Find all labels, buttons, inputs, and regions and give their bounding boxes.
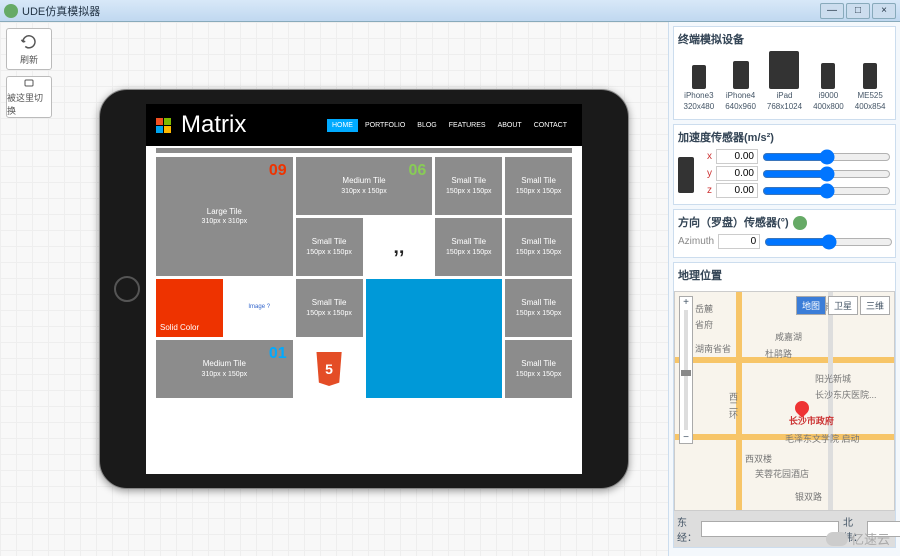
map-mode-map[interactable]: 地图 [796, 296, 826, 315]
nav-home[interactable]: HOME [327, 119, 358, 132]
tile-blue[interactable] [366, 279, 503, 398]
tablet-frame: Matrix HOME PORTFOLIO BLOG FEATURES ABOU… [99, 89, 629, 489]
map-mode-satellite[interactable]: 卫星 [828, 296, 858, 315]
map-zoom-control[interactable]: + − [679, 296, 693, 444]
accel-z-input[interactable] [716, 183, 758, 198]
app-icon [4, 4, 18, 18]
nav-features[interactable]: FEATURES [444, 119, 491, 132]
main-nav: HOME PORTFOLIO BLOG FEATURES ABOUT CONTA… [327, 119, 572, 132]
window-titlebar: UDE仿真模拟器 — □ × [0, 0, 900, 22]
logo-icon [156, 118, 171, 133]
cloud-icon [826, 532, 848, 546]
azimuth-slider[interactable] [764, 238, 893, 246]
tile-small[interactable]: Small Tile150px x 150px [435, 157, 502, 215]
accel-z-slider[interactable] [762, 187, 891, 195]
tile-large[interactable]: 09 Large Tile 310px x 310px [156, 157, 293, 276]
home-button[interactable] [114, 276, 140, 302]
tile-small[interactable]: Small Tile150px x 150px [505, 340, 572, 398]
nav-about[interactable]: ABOUT [493, 119, 527, 132]
accel-x-slider[interactable] [762, 153, 891, 161]
map-pin-label: 长沙市政府 [789, 414, 834, 427]
accel-y-slider[interactable] [762, 170, 891, 178]
watermark: 亿速云 [826, 529, 890, 548]
left-toolbar: 刷新 被这里切换 [0, 22, 60, 556]
tile-small[interactable]: Small Tile150px x 150px [505, 279, 572, 337]
tile-small[interactable]: Small Tile150px x 150px [296, 218, 363, 276]
tile-solid[interactable]: Solid Color [156, 279, 223, 337]
device-me525[interactable]: ME525400x854 [855, 63, 886, 111]
tile-small[interactable]: Small Tile150px x 150px [296, 279, 363, 337]
html5-icon: 5 [314, 352, 344, 386]
map-view[interactable]: 岳麓 省府 雨花区 杜鹃路 咸嘉湖 西二环 阳光新城 毛泽东文学院 启动 芙蓉花… [674, 291, 895, 511]
tile-medium-1[interactable]: 06 Medium Tile 310px x 150px [296, 157, 433, 215]
tile-grid: 09 Large Tile 310px x 310px 06 Medium Ti… [146, 157, 582, 398]
zoom-slider-thumb[interactable] [681, 370, 691, 376]
accel-y-input[interactable] [716, 166, 758, 181]
minimize-button[interactable]: — [820, 3, 844, 19]
zoom-out-icon[interactable]: − [683, 432, 689, 443]
nav-contact[interactable]: CONTACT [529, 119, 572, 132]
switch-device-button[interactable]: 被这里切换 [6, 76, 52, 118]
azimuth-input[interactable] [718, 234, 760, 249]
nav-portfolio[interactable]: PORTFOLIO [360, 119, 410, 132]
device-switch-icon [20, 77, 38, 89]
device-iphone3[interactable]: iPhone3320x480 [684, 65, 715, 111]
device-preview-area: Matrix HOME PORTFOLIO BLOG FEATURES ABOU… [60, 22, 668, 556]
geolocation-panel: 地理位置 岳麓 省府 雨花区 杜鹃路 咸嘉湖 西二环 阳光新城 毛泽东文学院 启… [673, 262, 896, 548]
compass-icon [793, 216, 807, 230]
accent-bar [156, 148, 572, 153]
page-header: Matrix HOME PORTFOLIO BLOG FEATURES ABOU… [146, 104, 582, 146]
tile-image[interactable]: Image ? [226, 279, 293, 337]
longitude-input[interactable] [701, 521, 839, 537]
device-screen[interactable]: Matrix HOME PORTFOLIO BLOG FEATURES ABOU… [146, 104, 582, 474]
tile-quote[interactable]: ‚‚ [366, 218, 433, 276]
refresh-icon [20, 33, 38, 51]
phone-icon [678, 157, 694, 193]
accel-x-input[interactable] [716, 149, 758, 164]
tile-html5[interactable]: 5 [296, 340, 363, 398]
accelerometer-panel: 加速度传感器(m/s²) x y z [673, 124, 896, 205]
device-ipad[interactable]: iPad768x1024 [767, 51, 802, 111]
tile-small[interactable]: Small Tile150px x 150px [505, 157, 572, 215]
tile-small[interactable]: Small Tile150px x 150px [435, 218, 502, 276]
page-title: Matrix [181, 111, 246, 139]
maximize-button[interactable]: □ [846, 3, 870, 19]
device-selector-panel: 终端模拟设备 iPhone3320x480 iPhone4640x960 iPa… [673, 26, 896, 120]
window-title: UDE仿真模拟器 [22, 3, 100, 19]
tile-medium-2[interactable]: 01 Medium Tile310px x 150px [156, 340, 293, 398]
nav-blog[interactable]: BLOG [412, 119, 441, 132]
device-iphone4[interactable]: iPhone4640x960 [725, 61, 756, 111]
device-i9000[interactable]: i9000400x800 [813, 63, 844, 111]
map-mode-3d[interactable]: 三维 [860, 296, 890, 315]
tile-small[interactable]: Small Tile150px x 150px [505, 218, 572, 276]
zoom-in-icon[interactable]: + [683, 297, 689, 308]
right-panel: 终端模拟设备 iPhone3320x480 iPhone4640x960 iPa… [668, 22, 900, 556]
close-button[interactable]: × [872, 3, 896, 19]
refresh-button[interactable]: 刷新 [6, 28, 52, 70]
compass-panel: 方向（罗盘）传感器(°) Azimuth [673, 209, 896, 258]
